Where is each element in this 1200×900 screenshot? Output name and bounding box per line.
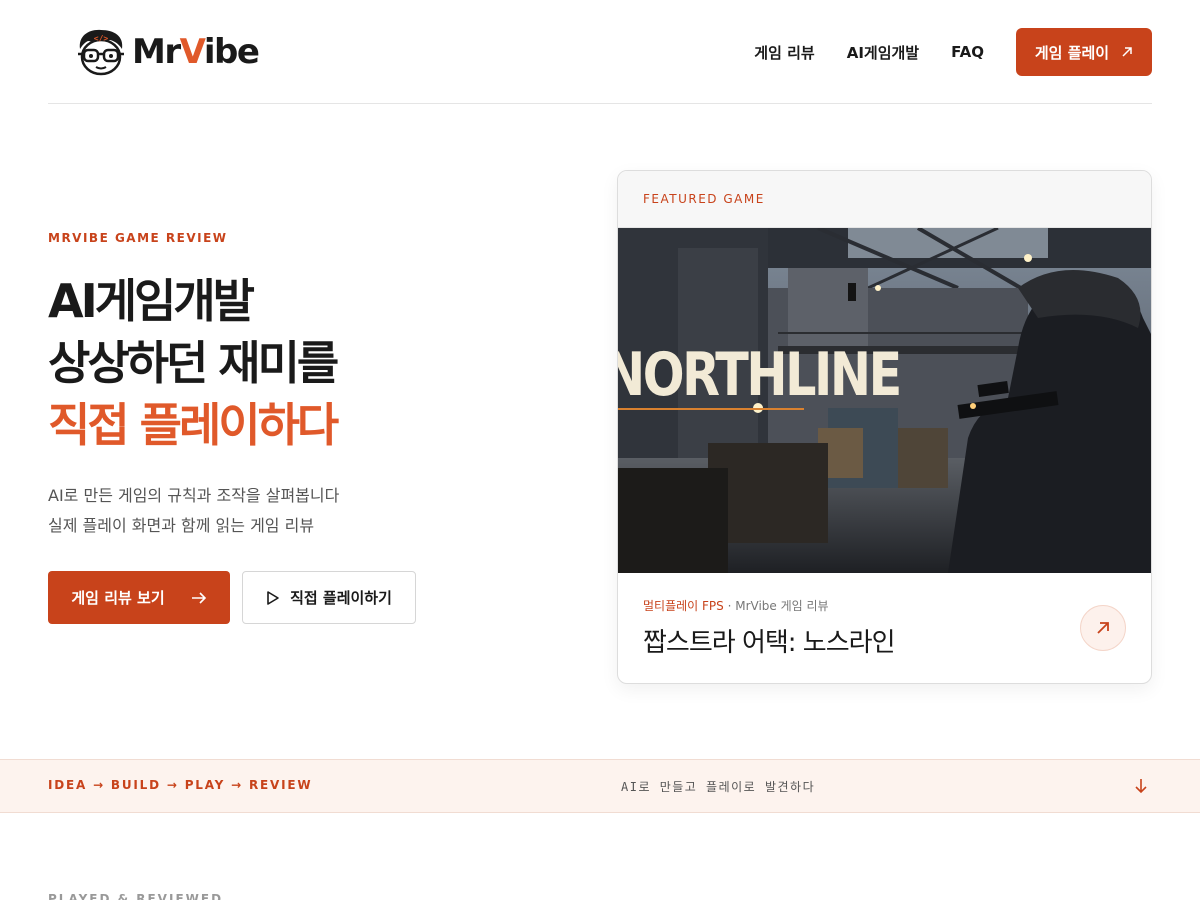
play-directly-button[interactable]: 직접 플레이하기 bbox=[242, 571, 416, 624]
featured-label: FEATURED GAME bbox=[643, 192, 765, 206]
arrow-up-right-icon bbox=[1097, 622, 1109, 634]
nav-link-faq[interactable]: FAQ bbox=[951, 43, 984, 61]
subtext-line-2: 실제 플레이 화면과 함께 읽는 게임 리뷰 bbox=[48, 516, 315, 535]
featured-category: 멀티플레이 FPS bbox=[643, 599, 724, 613]
logo-wordmark: MrVibe bbox=[132, 32, 260, 72]
featured-source: MrVibe 게임 리뷰 bbox=[735, 599, 829, 613]
strip-tagline: AI로 만들고 플레이로 발견하다 bbox=[621, 780, 816, 794]
hero-headline: AI게임개발 상상하던 재미를 직접 플레이하다 bbox=[48, 270, 339, 456]
code-glyph: </> bbox=[94, 34, 109, 43]
headline-line-2: 상상하던 재미를 bbox=[48, 336, 339, 390]
meta-separator: · bbox=[723, 599, 736, 613]
main-nav: 게임 리뷰 AI게임개발 FAQ 게임 플레이 bbox=[754, 28, 1152, 76]
view-game-review-label: 게임 리뷰 보기 bbox=[71, 589, 165, 607]
view-game-review-button[interactable]: 게임 리뷰 보기 bbox=[48, 571, 230, 624]
play-icon bbox=[267, 590, 279, 605]
featured-meta: 멀티플레이 FPS · MrVibe 게임 리뷰 bbox=[643, 597, 1126, 614]
arrow-down-icon[interactable] bbox=[1133, 777, 1149, 795]
hero-subtext: AI로 만든 게임의 규칙과 조작을 살펴봅니다 실제 플레이 화면과 함께 읽… bbox=[48, 481, 339, 541]
featured-card-header: FEATURED GAME bbox=[618, 171, 1151, 228]
featured-card-footer: 멀티플레이 FPS · MrVibe 게임 리뷰 짭스트라 어택: 노스라인 bbox=[618, 573, 1151, 683]
play-game-button-label: 게임 플레이 bbox=[1034, 43, 1110, 62]
logo-part-v: V bbox=[179, 32, 206, 72]
subtext-line-1: AI로 만든 게임의 규칙과 조작을 살펴봅니다 bbox=[48, 486, 340, 505]
arrow-right-icon bbox=[191, 591, 206, 604]
play-game-button[interactable]: 게임 플레이 bbox=[1016, 28, 1152, 76]
logo-part-ibe: ibe bbox=[203, 32, 260, 72]
featured-open-button[interactable] bbox=[1080, 605, 1126, 651]
featured-title: 짭스트라 어택: 노스라인 bbox=[643, 628, 896, 658]
logo[interactable]: </> MrVibe bbox=[74, 26, 260, 78]
headline-line-3: 직접 플레이하다 bbox=[48, 398, 339, 452]
mascot-face-icon: </> bbox=[78, 29, 124, 76]
featured-game-card[interactable]: FEATURED GAME NORTHLINE 멀티플레이 FPS · MrVi… bbox=[617, 170, 1152, 684]
arrow-up-right-icon bbox=[1122, 47, 1132, 57]
game-logo-text: NORTHLINE bbox=[618, 340, 902, 410]
nav-link-game-review[interactable]: 게임 리뷰 bbox=[754, 42, 814, 63]
logo-part-mr: Mr bbox=[132, 32, 181, 72]
process-strip: IDEA → BUILD → PLAY → REVIEW AI로 만들고 플레이… bbox=[0, 759, 1200, 813]
headline-line-1: AI게임개발 bbox=[48, 274, 255, 328]
play-directly-label: 직접 플레이하기 bbox=[290, 589, 392, 607]
hero-eyebrow: MRVIBE GAME REVIEW bbox=[48, 231, 228, 245]
process-flow: IDEA → BUILD → PLAY → REVIEW bbox=[48, 778, 313, 792]
next-section-label: PLAYED & REVIEWED bbox=[48, 892, 224, 900]
featured-game-image[interactable]: NORTHLINE bbox=[618, 228, 1151, 573]
nav-link-ai-game-dev[interactable]: AI게임개발 bbox=[847, 42, 919, 63]
game-logo-underline bbox=[618, 408, 804, 410]
site-header: </> MrVibe 게임 리뷰 AI게임개발 FAQ 게임 플레이 bbox=[48, 0, 1152, 104]
